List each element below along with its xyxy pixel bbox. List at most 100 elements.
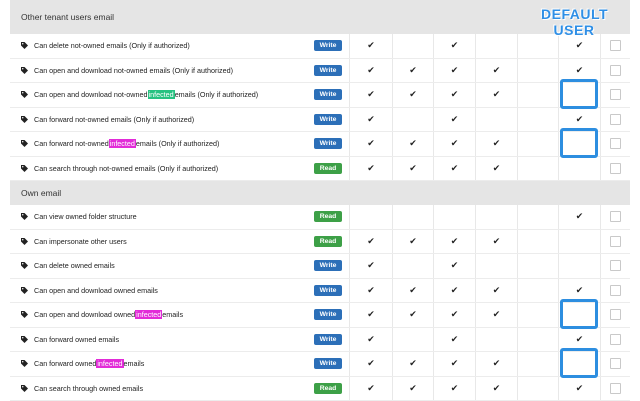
permission-cell — [392, 328, 433, 352]
checkmark-icon: ✔ — [367, 384, 375, 393]
access-badge: Read — [314, 163, 342, 174]
permission-text: Can forward not-owned emails (Only if au… — [34, 115, 194, 124]
permission-cell: ✔ — [392, 352, 433, 376]
permission-cell — [349, 205, 392, 229]
permission-text: emails (Only if authorized) — [136, 139, 220, 148]
custom-permission-checkbox[interactable] — [610, 309, 621, 320]
permission-cell: ✔ — [433, 254, 475, 278]
permission-cell: ✔ — [349, 108, 392, 132]
custom-permission-checkbox[interactable] — [610, 358, 621, 369]
permission-cell — [517, 254, 558, 278]
tag-icon — [21, 165, 28, 172]
permission-label: Can open and download not-owned infected… — [10, 90, 307, 99]
permission-cell: ✔ — [433, 132, 475, 156]
checkmark-icon: ✔ — [576, 41, 584, 50]
permission-row: Can forward not-owned emails (Only if au… — [10, 108, 630, 133]
infected-highlight: infected — [135, 310, 162, 319]
checkmark-icon: ✔ — [367, 164, 375, 173]
checkmark-icon: ✔ — [409, 66, 417, 75]
permission-label: Can forward not-owned emails (Only if au… — [10, 115, 307, 124]
permission-cell: ✔ — [349, 230, 392, 254]
access-badge: Write — [314, 114, 342, 125]
checkmark-icon: ✔ — [576, 384, 584, 393]
permission-cell: ✔ — [349, 377, 392, 401]
checkmark-icon: ✔ — [576, 212, 584, 221]
permission-text: Can open and download not-owned emails (… — [34, 66, 233, 75]
permission-cell: ✔ — [475, 59, 517, 83]
checkmark-icon: ✔ — [367, 41, 375, 50]
access-badge: Write — [314, 358, 342, 369]
permission-cell — [475, 328, 517, 352]
permission-row: Can impersonate other usersRead✔✔✔✔ — [10, 230, 630, 255]
custom-permission-checkbox[interactable] — [610, 211, 621, 222]
permission-text: Can open and download owned — [34, 310, 135, 319]
permission-cell — [392, 34, 433, 58]
permission-cell: ✔ — [392, 83, 433, 107]
permission-label: Can forward not-owned infected emails (O… — [10, 139, 307, 148]
permission-cell — [475, 34, 517, 58]
checkmark-icon: ✔ — [367, 115, 375, 124]
tag-icon — [21, 67, 28, 74]
permission-text: Can forward not-owned — [34, 139, 109, 148]
checkmark-icon: ✔ — [576, 66, 584, 75]
permission-cell: ✔ — [558, 205, 600, 229]
custom-permission-checkbox[interactable] — [610, 285, 621, 296]
checkmark-icon: ✔ — [451, 164, 459, 173]
checkmark-icon: ✔ — [493, 164, 501, 173]
permission-cell: ✔ — [349, 83, 392, 107]
default-user-highlight-box — [560, 299, 598, 329]
tag-icon — [21, 213, 28, 220]
permission-cell: ✔ — [475, 132, 517, 156]
checkmark-icon: ✔ — [451, 237, 459, 246]
permission-cell — [517, 157, 558, 181]
custom-permission-checkbox[interactable] — [610, 65, 621, 76]
permission-cell: ✔ — [475, 157, 517, 181]
permission-text: emails — [124, 359, 145, 368]
permission-cell: ✔ — [433, 377, 475, 401]
access-badge: Write — [314, 65, 342, 76]
checkmark-icon: ✔ — [409, 237, 417, 246]
custom-permission-checkbox[interactable] — [610, 236, 621, 247]
permission-cell: ✔ — [349, 59, 392, 83]
access-badge: Write — [314, 138, 342, 149]
checkmark-icon: ✔ — [451, 41, 459, 50]
permission-text: Can search through not-owned emails (Onl… — [34, 164, 218, 173]
default-user-label: DEFAULT USER — [541, 6, 607, 38]
permission-cell — [558, 230, 600, 254]
permission-cell: ✔ — [433, 328, 475, 352]
checkmark-icon: ✔ — [409, 359, 417, 368]
custom-permission-checkbox[interactable] — [610, 138, 621, 149]
tag-icon — [21, 262, 28, 269]
permission-cell — [517, 352, 558, 376]
permission-text: emails (Only if authorized) — [175, 90, 259, 99]
custom-permission-checkbox[interactable] — [610, 114, 621, 125]
checkmark-icon: ✔ — [409, 310, 417, 319]
permission-cell: ✔ — [392, 132, 433, 156]
custom-permission-checkbox[interactable] — [610, 260, 621, 271]
access-badge: Write — [314, 309, 342, 320]
permission-cell: ✔ — [433, 83, 475, 107]
custom-permission-checkbox[interactable] — [610, 334, 621, 345]
permission-label: Can delete not-owned emails (Only if aut… — [10, 41, 307, 50]
custom-permission-checkbox[interactable] — [610, 163, 621, 174]
permission-cell — [517, 279, 558, 303]
permission-text: Can search through owned emails — [34, 384, 143, 393]
access-badge: Read — [314, 211, 342, 222]
tag-icon — [21, 311, 28, 318]
permission-cell: ✔ — [349, 303, 392, 327]
checkmark-icon: ✔ — [367, 237, 375, 246]
permission-label: Can forward owned emails — [10, 335, 307, 344]
access-badge: Write — [314, 40, 342, 51]
checkmark-icon: ✔ — [451, 115, 459, 124]
checkmark-icon: ✔ — [493, 90, 501, 99]
custom-permission-checkbox[interactable] — [610, 89, 621, 100]
permission-cell: ✔ — [433, 108, 475, 132]
custom-permission-checkbox[interactable] — [610, 40, 621, 51]
custom-permission-checkbox[interactable] — [610, 383, 621, 394]
permission-row: Can search through owned emailsRead✔✔✔✔✔ — [10, 377, 630, 401]
permission-cell: ✔ — [433, 303, 475, 327]
permission-row: Can open and download not-owned infected… — [10, 83, 630, 108]
permission-row: Can delete owned emailsWrite✔✔ — [10, 254, 630, 279]
permission-cell: ✔ — [433, 157, 475, 181]
permission-text: Can forward owned — [34, 359, 96, 368]
